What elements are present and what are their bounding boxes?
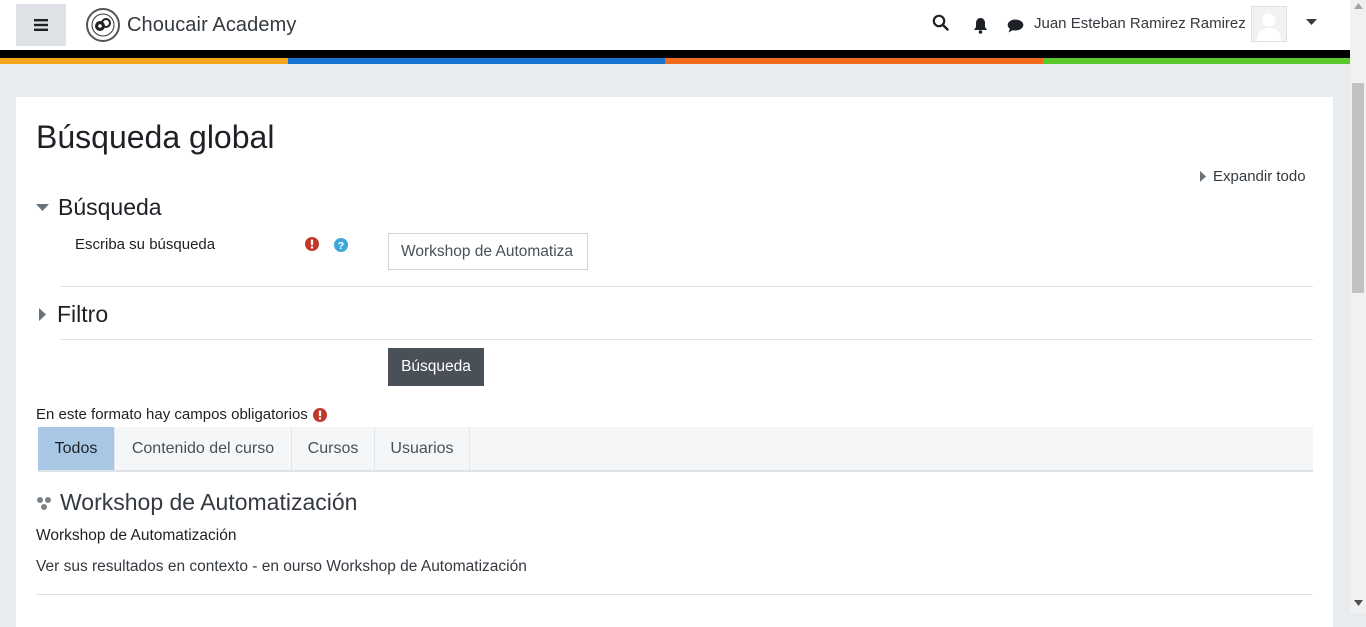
search-icon[interactable] [932,14,949,31]
header-divider-black [0,50,1350,58]
scroll-up-arrow-icon[interactable] [1354,3,1363,9]
result-item-title: Workshop de Automatización [36,489,357,516]
search-submit-button[interactable]: Búsqueda [388,348,484,386]
tab-contenido-del-curso[interactable]: Contenido del curso [115,427,292,470]
scroll-down-arrow-icon[interactable] [1354,600,1363,606]
page-title: Búsqueda global [36,119,275,155]
caret-down-icon [36,204,49,211]
result-context-link[interactable]: Ver sus resultados en contexto - en ours… [36,558,527,576]
course-icon [37,496,51,510]
site-name[interactable]: Choucair Academy [127,14,296,37]
section-divider [60,286,1313,287]
top-navbar: Choucair Academy Juan Esteban Ramirez Ra… [0,0,1350,50]
scrollbar-thumb[interactable] [1352,83,1364,293]
expand-all-label: Expandir todo [1213,168,1306,185]
svg-text:?: ? [338,240,344,252]
chat-icon[interactable] [1007,19,1024,33]
section-search-toggle[interactable]: Búsqueda [36,194,162,221]
required-icon [312,407,327,422]
hamburger-icon [34,19,48,31]
bell-icon[interactable] [973,17,988,34]
stripe-blue [288,58,665,64]
caret-down-icon[interactable] [1306,19,1317,25]
section-divider [60,339,1313,340]
main-content-card: Búsqueda global Expandir todo Búsqueda E… [16,97,1333,627]
site-logo [86,8,120,42]
required-fields-note: En este formato hay campos obligatorios [36,406,327,423]
caret-right-icon [39,308,46,321]
user-name[interactable]: Juan Esteban Ramirez Ramirez [1034,15,1246,32]
tab-cursos[interactable]: Cursos [292,427,375,470]
result-tabs: Todos Contenido del curso Cursos Usuario… [38,427,1313,472]
required-note-text: En este formato hay campos obligatorios [36,406,308,423]
required-icon [305,237,319,251]
stripe-red-orange [665,58,1043,64]
tab-todos[interactable]: Todos [38,427,115,470]
stripe-orange [0,58,288,64]
search-input[interactable] [388,233,588,270]
search-field-label: Escriba su búsqueda [75,236,216,253]
stripe-green [1043,58,1350,64]
site-brand[interactable]: Choucair Academy [86,8,296,42]
caret-right-icon [1200,171,1206,182]
section-filter-toggle[interactable]: Filtro [36,301,108,328]
result-title-link[interactable]: Workshop de Automatización [60,489,357,516]
help-icon[interactable]: ? [334,238,348,252]
section-filter-heading: Filtro [57,301,109,327]
avatar[interactable] [1251,6,1287,42]
expand-all-link[interactable]: Expandir todo [1200,168,1306,185]
section-search-heading: Búsqueda [58,194,162,220]
result-divider [36,594,1313,595]
menu-toggle-button[interactable] [16,4,66,46]
tab-usuarios[interactable]: Usuarios [375,427,470,470]
result-description: Workshop de Automatización [36,527,237,544]
